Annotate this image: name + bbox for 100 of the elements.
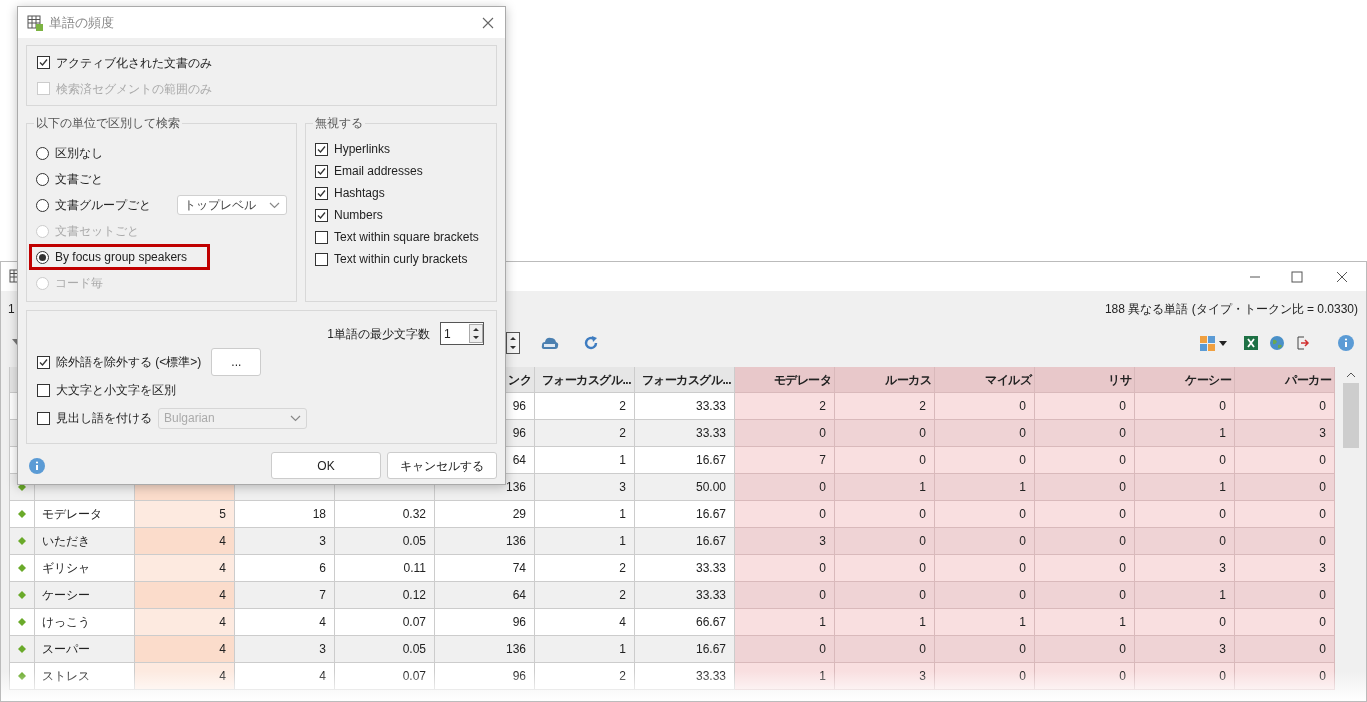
info-text: 1 — [8, 301, 15, 318]
browse-button[interactable]: ... — [211, 348, 262, 376]
table-cell: 0 — [835, 420, 935, 447]
table-cell: 4 — [135, 582, 235, 609]
table-cell: 0 — [935, 555, 1035, 582]
column-header[interactable]: フォーカスグル... — [535, 367, 635, 393]
table-cell: 0 — [735, 636, 835, 663]
table-cell: 1 — [1035, 609, 1135, 636]
ok-button[interactable]: OK — [271, 452, 381, 479]
word-cell: ギリシャ — [35, 555, 135, 582]
table-cell: 0 — [1235, 393, 1335, 420]
table-cell: 0 — [935, 420, 1035, 447]
table-cell: 0 — [835, 447, 935, 474]
table-cell: 0 — [935, 582, 1035, 609]
word-cell: ケーシー — [35, 582, 135, 609]
table-cell: 4 — [135, 555, 235, 582]
window-title: 単語の頻度 — [49, 13, 114, 32]
table-cell: 0 — [1035, 501, 1135, 528]
table-cell: 2 — [535, 582, 635, 609]
table-cell: 0 — [1035, 447, 1135, 474]
table-cell: 0 — [735, 582, 835, 609]
table-cell: 1 — [1135, 582, 1235, 609]
table-cell: 1 — [835, 609, 935, 636]
table-cell: 0.07 — [335, 663, 435, 690]
column-header[interactable]: リサ — [1035, 367, 1135, 393]
table-cell: 0 — [1135, 501, 1235, 528]
table-cell: 0 — [1035, 636, 1135, 663]
table-cell: 0 — [935, 501, 1035, 528]
table-cell: 0 — [935, 393, 1035, 420]
table-cell: 4 — [135, 636, 235, 663]
table-cell: 0 — [1235, 474, 1335, 501]
table-cell: 0 — [935, 528, 1035, 555]
table-cell: 33.33 — [635, 582, 735, 609]
table-cell: 0.32 — [335, 501, 435, 528]
table-cell: 0 — [1135, 447, 1235, 474]
table-cell: 3 — [835, 663, 935, 690]
table-cell: 0 — [1035, 420, 1135, 447]
table-cell: 136 — [435, 528, 535, 555]
table-cell: 33.33 — [635, 393, 735, 420]
checkbox-label: Hyperlinks — [334, 141, 390, 158]
table-cell: 3 — [1135, 555, 1235, 582]
number-spinner[interactable]: 1 — [440, 322, 484, 345]
table-cell: 2 — [735, 393, 835, 420]
table-cell: 96 — [435, 609, 535, 636]
word-cell: ストレス — [35, 663, 135, 690]
column-header[interactable]: ケーシー — [1135, 367, 1235, 393]
column-header[interactable]: モデレータ — [735, 367, 835, 393]
table-cell: 4 — [135, 663, 235, 690]
table-cell: 1 — [535, 501, 635, 528]
table-cell: 1 — [835, 474, 935, 501]
table-cell: 1 — [535, 528, 635, 555]
table-cell: 16.67 — [635, 501, 735, 528]
checkbox-label: Text within square brackets — [334, 229, 479, 246]
table-cell: 0 — [1035, 393, 1135, 420]
radio-label: By focus group speakers — [55, 249, 188, 266]
word-cell: モデレータ — [35, 501, 135, 528]
column-header[interactable]: フォーカスグル... — [635, 367, 735, 393]
table-cell: 0 — [1235, 528, 1335, 555]
radio-label: 区別なし — [55, 145, 103, 162]
table-cell: 0 — [835, 555, 935, 582]
table-cell: 1 — [1135, 420, 1235, 447]
table-cell: 1 — [535, 447, 635, 474]
table-cell: 7 — [235, 582, 335, 609]
table-cell: 1 — [1135, 474, 1235, 501]
table-cell: 0 — [1235, 663, 1335, 690]
table-cell: 16.67 — [635, 447, 735, 474]
table-cell: 0 — [1235, 501, 1335, 528]
word-cell: けっこう — [35, 609, 135, 636]
table-cell: 3 — [535, 474, 635, 501]
table-cell: 0 — [1135, 609, 1235, 636]
checkbox-label: Email addresses — [334, 163, 423, 180]
table-cell: 0 — [1235, 609, 1335, 636]
table-cell: 0 — [735, 420, 835, 447]
table-cell: 64 — [435, 582, 535, 609]
table-cell: 0 — [1235, 582, 1335, 609]
table-cell: 3 — [235, 528, 335, 555]
table-cell: 136 — [435, 636, 535, 663]
table-cell: 1 — [735, 609, 835, 636]
table-cell: 0.07 — [335, 609, 435, 636]
column-header[interactable]: マイルズ — [935, 367, 1035, 393]
dropdown[interactable]: トップレベル — [177, 195, 287, 215]
column-header[interactable]: ルーカス — [835, 367, 935, 393]
table-cell: 4 — [235, 663, 335, 690]
column-header[interactable]: パーカー — [1235, 367, 1335, 393]
table-cell: 2 — [535, 663, 635, 690]
table-cell: 0 — [935, 447, 1035, 474]
checkbox-label: 大文字と小文字を区別 — [56, 382, 176, 399]
table-cell: 2 — [535, 393, 635, 420]
table-cell: 18 — [235, 501, 335, 528]
radio-label: コード毎 — [55, 275, 103, 292]
table-cell: 0 — [935, 636, 1035, 663]
table-cell: 0 — [735, 555, 835, 582]
table-cell: 0 — [1035, 474, 1135, 501]
table-cell: 3 — [1235, 420, 1335, 447]
table-cell: 74 — [435, 555, 535, 582]
cancel-button[interactable]: キャンセルする — [387, 452, 497, 479]
table-cell: 0 — [1135, 393, 1235, 420]
table-cell: 3 — [735, 528, 835, 555]
table-cell: 2 — [835, 393, 935, 420]
table-cell: 0.12 — [335, 582, 435, 609]
